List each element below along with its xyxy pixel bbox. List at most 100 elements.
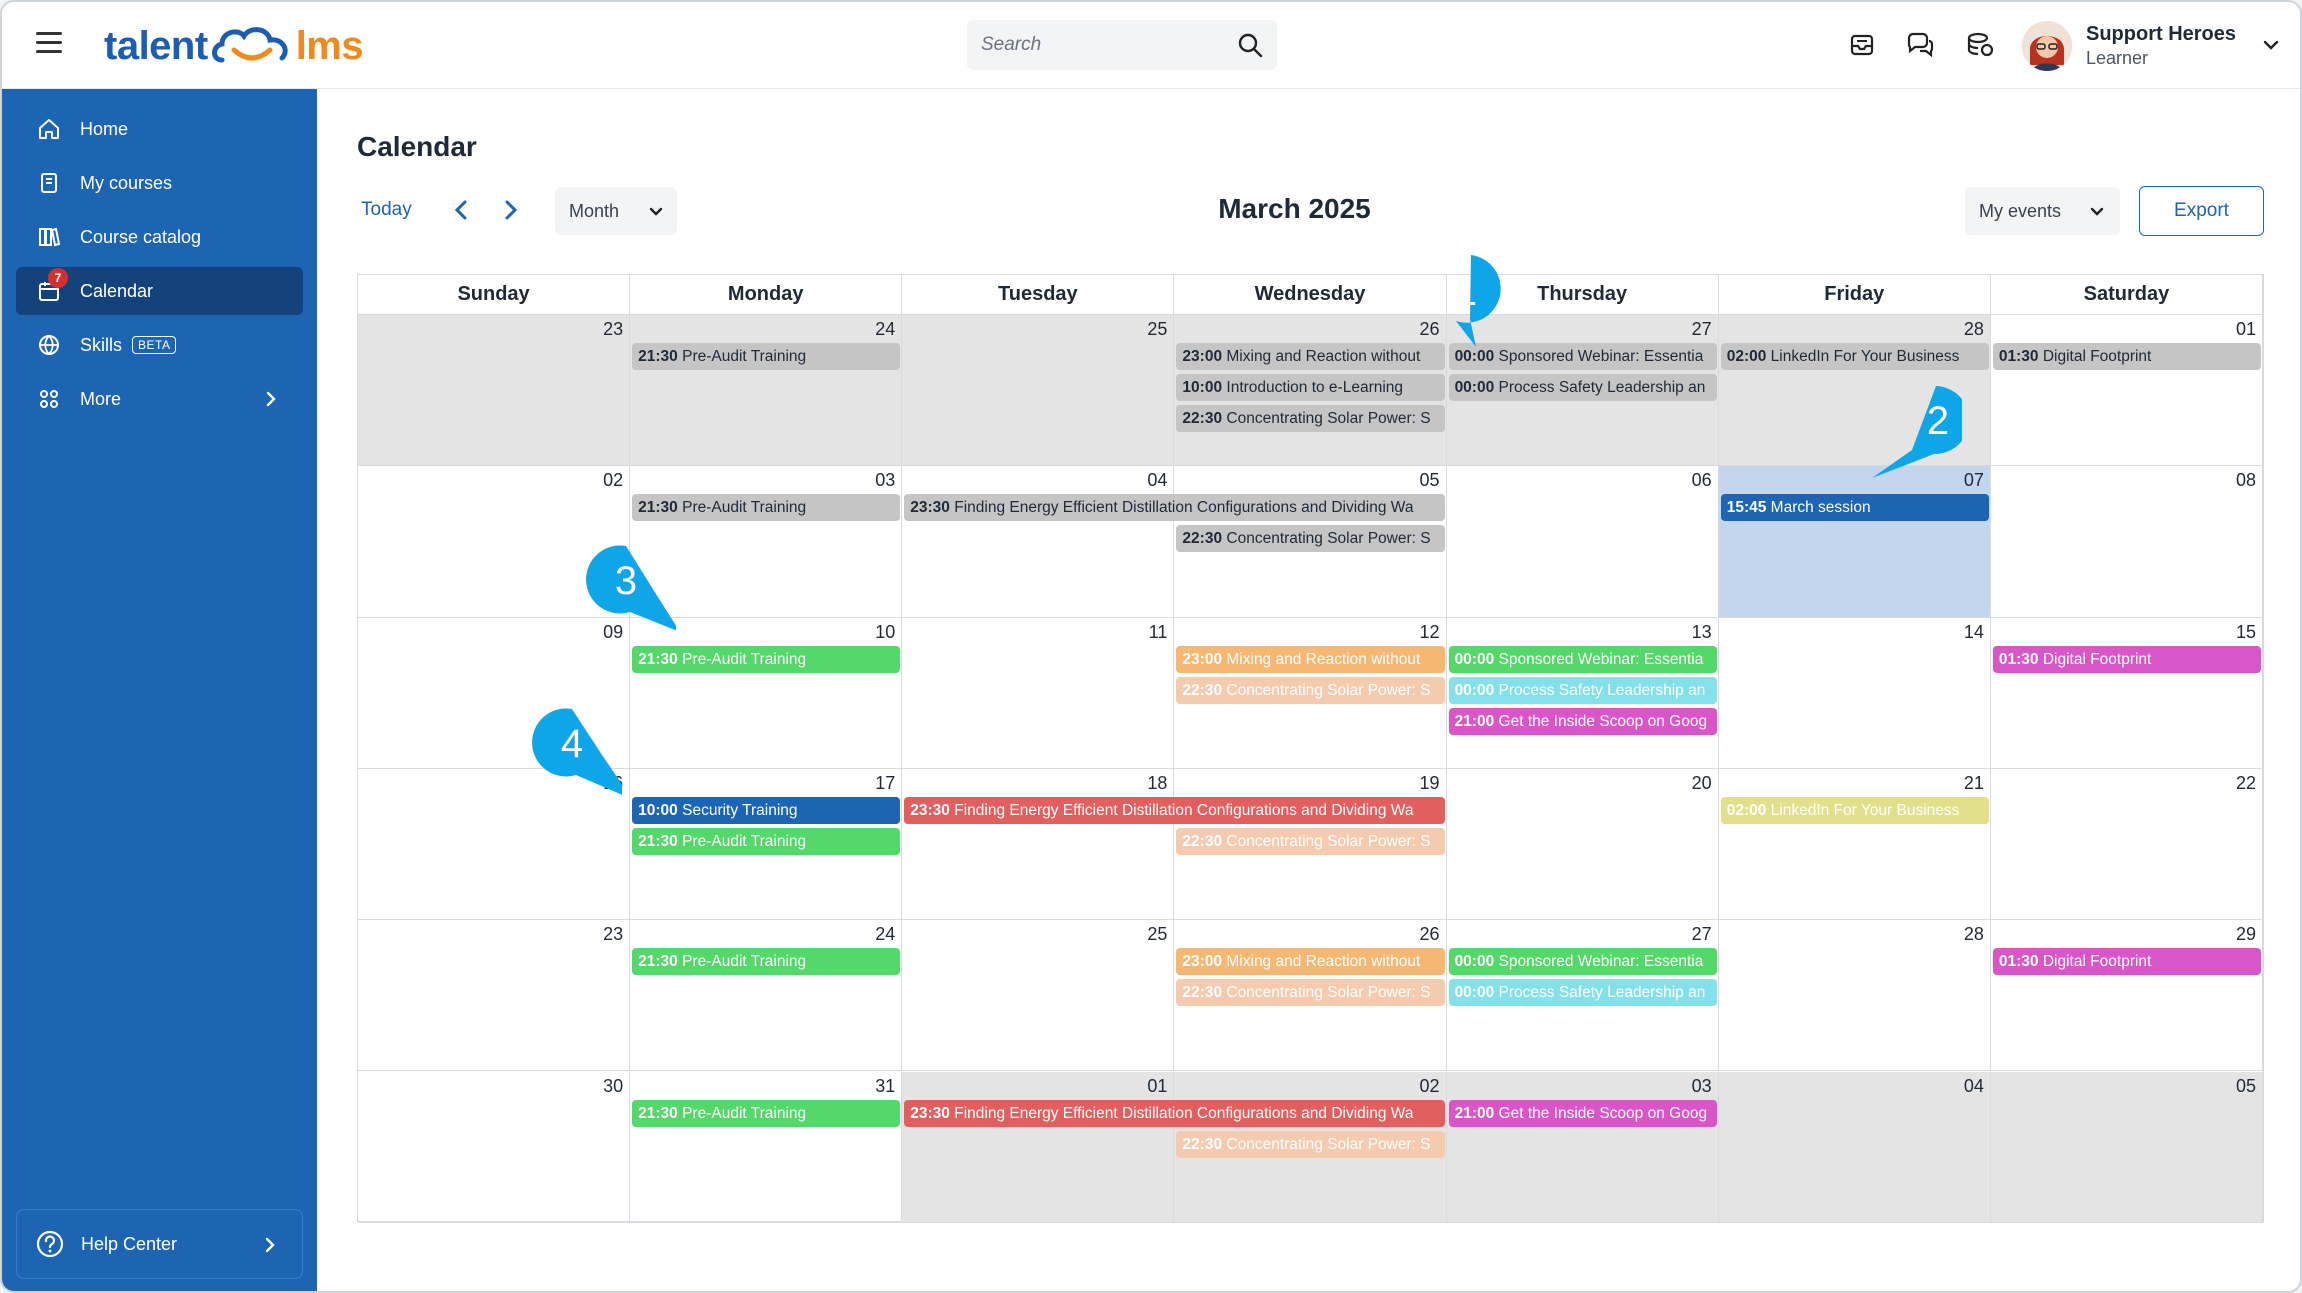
event-time: 01:30	[1998, 953, 2039, 971]
day-cell[interactable]: 01	[902, 1071, 1175, 1223]
chat-icon[interactable]	[1905, 30, 1935, 60]
points-icon[interactable]	[1965, 30, 1995, 60]
calendar-event[interactable]: 21:30 Pre-Audit Training	[632, 948, 901, 976]
home-icon	[36, 116, 62, 142]
calendar-event[interactable]: 01:30 Digital Footprint	[1992, 343, 2261, 370]
calendar-event[interactable]: 21:00 Get the Inside Scoop on Goog	[1448, 1099, 1717, 1127]
search-box[interactable]	[967, 20, 1277, 70]
calendar-event[interactable]: 00:00 Process Safety Leadership an	[1448, 676, 1717, 704]
calendar-event[interactable]: 23:00 Mixing and Reaction without	[1176, 343, 1445, 370]
day-cell[interactable]: 24	[630, 315, 903, 467]
sidebar-item-course-catalog[interactable]: Course catalog	[16, 213, 303, 261]
calendar-event[interactable]: 23:30 Finding Energy Efficient Distillat…	[904, 494, 1445, 522]
calendar-event[interactable]: 23:30 Finding Energy Efficient Distillat…	[904, 1099, 1445, 1127]
event-title: LinkedIn For Your Business	[1770, 801, 1960, 819]
calendar-event[interactable]: 01:30 Digital Footprint	[1992, 645, 2261, 673]
day-cell[interactable]: 18	[902, 768, 1175, 921]
talentlms-logo[interactable]: talent lms	[104, 18, 364, 74]
sidebar-item-my-courses[interactable]: My courses	[16, 159, 303, 207]
day-cell[interactable]: 15	[1990, 617, 2263, 769]
day-cell[interactable]: 23	[358, 920, 631, 1072]
calendar-event[interactable]: 21:00 Get the Inside Scoop on Goog	[1448, 707, 1717, 735]
top-bar: talent lms Search Support Heroes Learner	[2, 2, 2300, 89]
day-number: 11	[1148, 621, 1168, 642]
day-cell[interactable]: 24	[630, 920, 903, 1072]
chevron-right-icon	[265, 1237, 275, 1253]
day-cell[interactable]: 28	[1718, 920, 1991, 1072]
calendar-event[interactable]: 00:00 Process Safety Leadership an	[1448, 979, 1717, 1007]
calendar-event[interactable]: 22:30 Concentrating Solar Power: S	[1176, 827, 1445, 855]
day-cell[interactable]: 30	[358, 1071, 631, 1223]
sidebar-item-home[interactable]: Home	[16, 105, 303, 153]
event-time: 23:30	[910, 1104, 950, 1122]
calendar-event[interactable]: 22:30 Concentrating Solar Power: S	[1176, 405, 1445, 432]
weekday-header: Tuesday	[902, 275, 1175, 315]
calendar-event[interactable]: 21:30 Pre-Audit Training	[632, 494, 901, 522]
day-cell[interactable]: 29	[1990, 920, 2263, 1072]
day-cell[interactable]: 22	[1990, 768, 2263, 921]
day-cell[interactable]: 06	[1446, 466, 1719, 618]
calendar-event[interactable]: 22:30 Concentrating Solar Power: S	[1176, 676, 1445, 704]
day-cell[interactable]: 11	[902, 617, 1175, 769]
calendar-event[interactable]: 21:30 Pre-Audit Training	[632, 1099, 901, 1127]
event-title: Finding Energy Efficient Distillation Co…	[954, 801, 1414, 819]
event-title: Process Safety Leadership an	[1498, 984, 1706, 1002]
sidebar-item-label: More	[80, 388, 122, 409]
search-icon[interactable]	[1237, 32, 1263, 58]
events-filter-select[interactable]: My events	[1965, 187, 2120, 235]
day-cell[interactable]: 23	[358, 315, 631, 467]
calendar-event[interactable]: 02:00 LinkedIn For Your Business	[1720, 796, 1989, 824]
day-cell[interactable]: 14	[1718, 617, 1991, 769]
calendar-event[interactable]: 01:30 Digital Footprint	[1992, 948, 2261, 976]
day-cell[interactable]: 20	[1446, 768, 1719, 921]
event-title: Pre-Audit Training	[682, 832, 807, 850]
calendar-event[interactable]: 22:30 Concentrating Solar Power: S	[1176, 1130, 1445, 1158]
day-cell[interactable]: 04	[902, 466, 1175, 618]
search-input[interactable]	[981, 34, 1221, 56]
event-title: Mixing and Reaction without	[1226, 953, 1421, 971]
day-cell[interactable]: 05	[1990, 1071, 2263, 1223]
day-cell[interactable]: 31	[630, 1071, 903, 1223]
calendar-event[interactable]: 10:00 Security Training	[632, 796, 901, 824]
export-button[interactable]: Export	[2139, 186, 2264, 236]
day-cell[interactable]: 04	[1718, 1071, 1991, 1223]
event-title: Pre-Audit Training	[682, 953, 807, 971]
calendar-event[interactable]: 22:30 Concentrating Solar Power: S	[1176, 525, 1445, 553]
calendar-event[interactable]: 23:30 Finding Energy Efficient Distillat…	[904, 796, 1445, 824]
help-center-button[interactable]: Help Center	[16, 1209, 303, 1279]
sidebar-item-calendar[interactable]: 7 Calendar	[16, 267, 303, 315]
day-cell[interactable]: 21	[1718, 768, 1991, 921]
calendar-icon: 7	[36, 268, 68, 304]
event-title: Sponsored Webinar: Essentia	[1498, 650, 1704, 668]
chevron-down-icon[interactable]	[2260, 34, 2282, 56]
calendar-event[interactable]: 21:30 Pre-Audit Training	[632, 827, 901, 855]
day-number: 25	[1147, 319, 1168, 339]
calendar-event[interactable]: 23:00 Mixing and Reaction without	[1176, 948, 1445, 976]
weekday-header: Friday	[1718, 275, 1991, 315]
calendar-event[interactable]: 10:00 Introduction to e-Learning	[1176, 374, 1445, 401]
calendar-event[interactable]: 21:30 Pre-Audit Training	[632, 343, 901, 370]
calendar-event[interactable]: 00:00 Process Safety Leadership an	[1448, 374, 1717, 401]
sidebar-item-skills[interactable]: Skills BETA	[16, 321, 303, 369]
calendar-event[interactable]: 22:30 Concentrating Solar Power: S	[1176, 979, 1445, 1007]
day-cell[interactable]: 01	[1990, 315, 2263, 467]
day-cell[interactable]: 25	[902, 315, 1175, 467]
user-menu[interactable]: Support Heroes Learner	[2022, 16, 2282, 76]
calendar-event[interactable]: 02:00 LinkedIn For Your Business	[1720, 343, 1989, 370]
event-title: Concentrating Solar Power: S	[1226, 410, 1431, 427]
sidebar-item-more[interactable]: More	[16, 375, 303, 423]
calendar-event[interactable]: 00:00 Sponsored Webinar: Essentia	[1448, 948, 1717, 976]
day-number: 29	[2235, 924, 2256, 945]
day-cell[interactable]: 08	[1990, 466, 2263, 618]
calendar-event[interactable]: 23:00 Mixing and Reaction without	[1176, 645, 1445, 673]
inbox-icon[interactable]	[1847, 30, 1877, 60]
calendar-event[interactable]: 00:00 Sponsored Webinar: Essentia	[1448, 645, 1717, 673]
menu-icon[interactable]	[36, 32, 62, 54]
day-number: 01	[1147, 1075, 1168, 1096]
event-time: 23:00	[1182, 650, 1223, 668]
event-time: 01:30	[1998, 348, 2039, 365]
day-cell[interactable]: 25	[902, 920, 1175, 1072]
day-cell[interactable]: 03	[1446, 1071, 1719, 1223]
day-number: 30	[603, 1075, 624, 1096]
day-number: 31	[875, 1075, 896, 1096]
